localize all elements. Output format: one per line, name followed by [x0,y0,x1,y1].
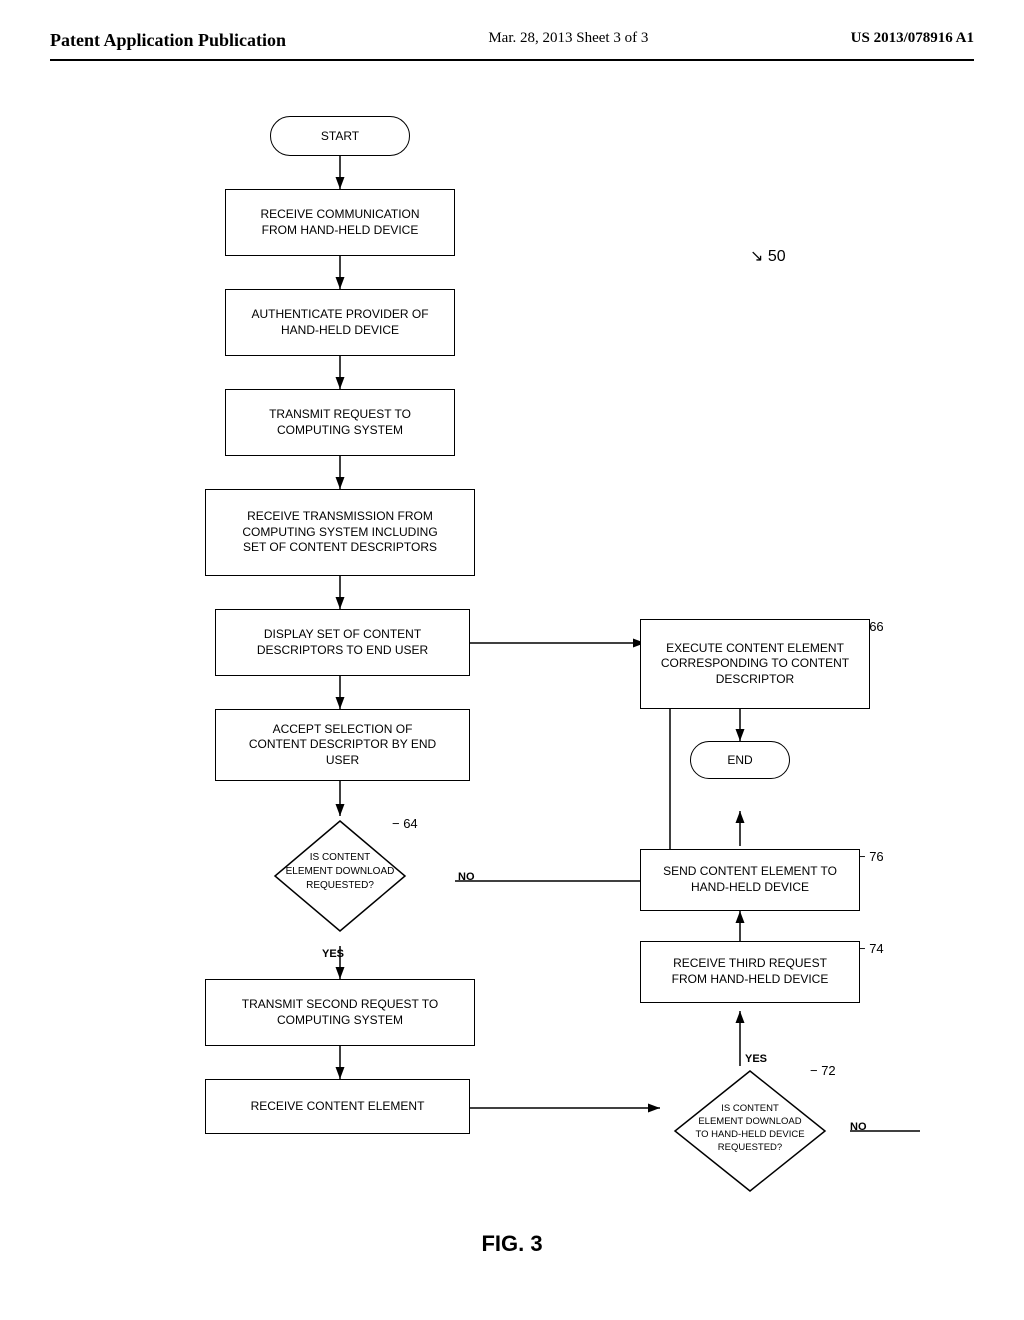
svg-text:ELEMENT DOWNLOAD: ELEMENT DOWNLOAD [286,866,395,877]
page: Patent Application Publication Mar. 28, … [0,0,1024,1320]
no-label-64: NO [458,871,475,883]
node-66: EXECUTE CONTENT ELEMENTCORRESPONDING TO … [640,619,870,709]
svg-text:IS CONTENT: IS CONTENT [721,1103,779,1114]
ref-74: − 74 [858,941,884,956]
svg-text:TO HAND-HELD DEVICE: TO HAND-HELD DEVICE [695,1129,804,1140]
fig-caption: FIG. 3 [50,1231,974,1257]
node-64: IS CONTENT ELEMENT DOWNLOAD REQUESTED? [270,816,410,936]
svg-text:REQUESTED?: REQUESTED? [718,1142,782,1153]
svg-text:ELEMENT DOWNLOAD: ELEMENT DOWNLOAD [698,1116,801,1127]
header: Patent Application Publication Mar. 28, … [50,30,974,61]
node-56: TRANSMIT REQUEST TOCOMPUTING SYSTEM [225,389,455,456]
ref-76: − 76 [858,849,884,864]
end-node: END [690,741,790,779]
node-76: SEND CONTENT ELEMENT TOHAND-HELD DEVICE [640,849,860,911]
node-54: AUTHENTICATE PROVIDER OFHAND-HELD DEVICE [225,289,455,356]
svg-text:IS CONTENT: IS CONTENT [310,852,371,863]
node-62: ACCEPT SELECTION OFCONTENT DESCRIPTOR BY… [215,709,470,781]
diagram-ref-50: ↘ 50 [750,246,786,266]
node-72: IS CONTENT ELEMENT DOWNLOAD TO HAND-HELD… [670,1066,830,1196]
yes-label-72: YES [745,1053,767,1065]
node-68: TRANSMIT SECOND REQUEST TOCOMPUTING SYST… [205,979,475,1046]
node-52: RECEIVE COMMUNICATIONFROM HAND-HELD DEVI… [225,189,455,256]
yes-label-64: YES [322,948,344,960]
header-right: US 2013/078916 A1 [851,30,974,47]
node-74: RECEIVE THIRD REQUESTFROM HAND-HELD DEVI… [640,941,860,1003]
node-60: DISPLAY SET OF CONTENTDESCRIPTORS TO END… [215,609,470,676]
no-label-72: NO [850,1121,867,1133]
diagram-area: START 52 RECEIVE COMMUNICATIONFROM HAND-… [50,71,974,1221]
svg-text:REQUESTED?: REQUESTED? [306,880,374,891]
header-center: Mar. 28, 2013 Sheet 3 of 3 [488,30,648,47]
node-58: RECEIVE TRANSMISSION FROMCOMPUTING SYSTE… [205,489,475,576]
start-node: START [270,116,410,156]
header-left: Patent Application Publication [50,30,286,51]
node-70: RECEIVE CONTENT ELEMENT [205,1079,470,1134]
